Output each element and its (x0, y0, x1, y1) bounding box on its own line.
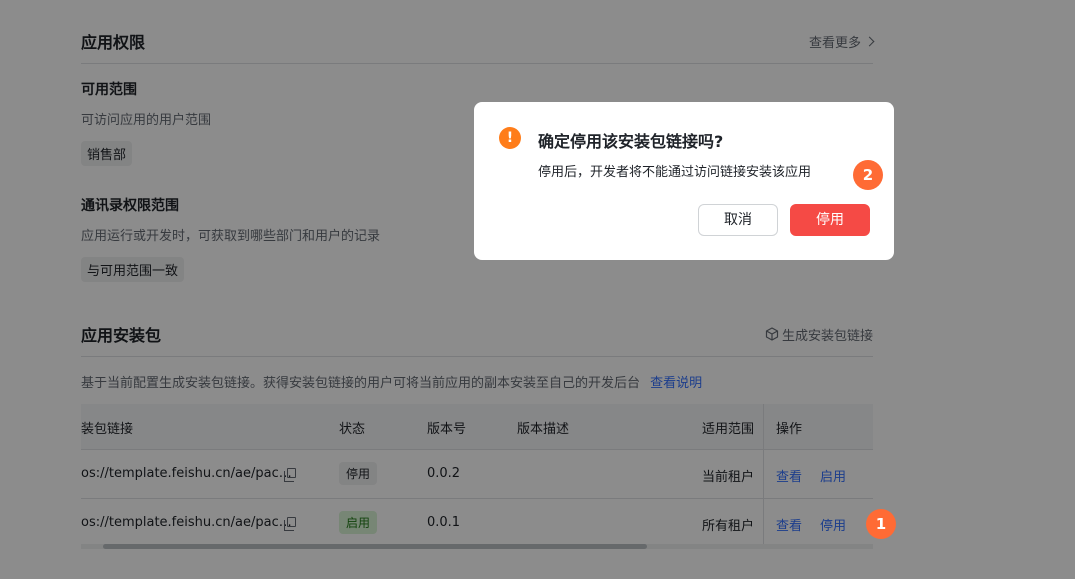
modal-overlay[interactable] (0, 0, 1075, 579)
warning-icon: ! (499, 127, 521, 149)
annotation-marker-2: 2 (853, 160, 883, 190)
confirm-dialog: ! 确定停用该安装包链接吗? 停用后，开发者将不能通过访问链接安装该应用 取消 … (474, 102, 894, 260)
settings-page: 应用权限 查看更多 可用范围 可访问应用的用户范围 销售部 通讯录权限范围 应用… (0, 0, 1075, 579)
cancel-button[interactable]: 取消 (698, 204, 778, 236)
dialog-body: 停用后，开发者将不能通过访问链接安装该应用 (538, 165, 812, 180)
confirm-disable-button[interactable]: 停用 (790, 204, 870, 236)
dialog-title: 确定停用该安装包链接吗? (538, 132, 724, 151)
annotation-marker-1: 1 (866, 509, 896, 539)
